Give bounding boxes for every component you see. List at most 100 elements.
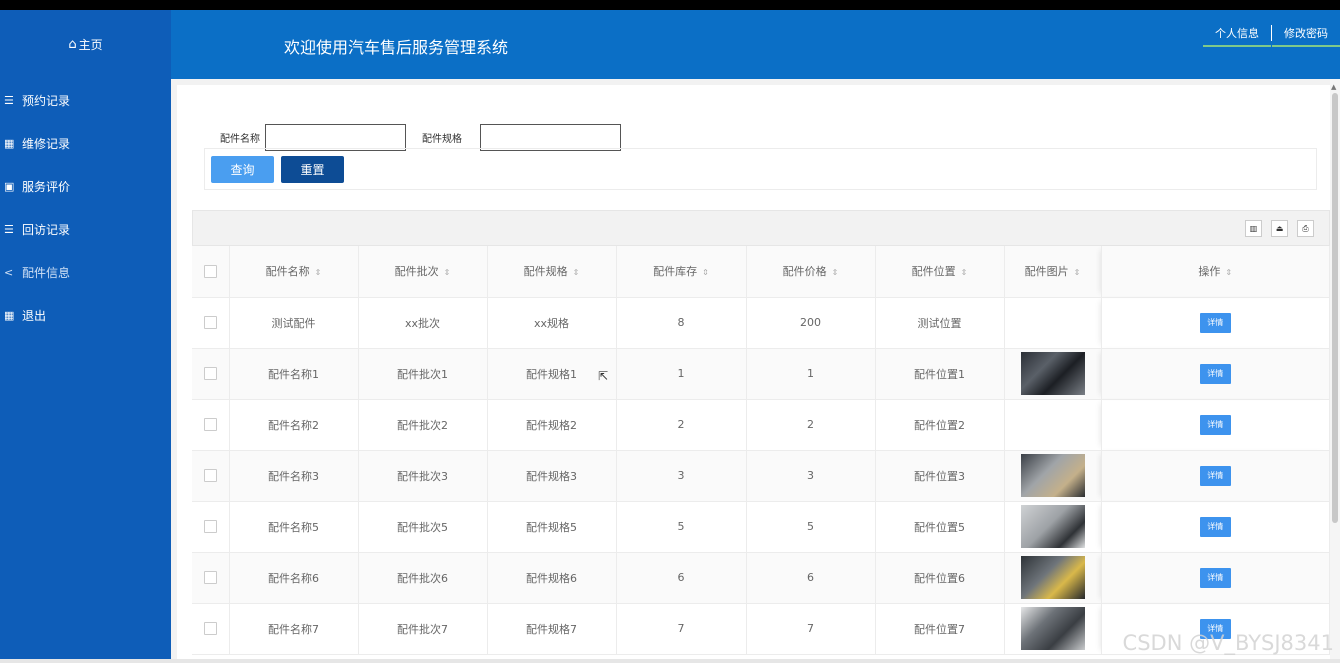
part-image[interactable] [1020,607,1085,650]
page-scrollbar[interactable]: ▲ [1330,79,1340,663]
column-header-actions[interactable]: 操作 ⇕ [1101,246,1330,298]
column-header-spec[interactable]: 配件规格 ⇕ [487,246,617,298]
home-link[interactable]: ⌂ 主页 [0,10,171,79]
sidebar-item-followups[interactable]: ☰ 回访记录 [0,208,171,251]
detail-button[interactable]: 详情 [1199,567,1231,588]
part-spec-label: 配件规格 [422,134,462,145]
cell-price: 7 [746,603,876,655]
cell-stock: 2 [616,399,747,451]
sidebar-item-label: 预约记录 [22,94,71,108]
row-checkbox[interactable] [203,316,217,330]
cell-price: 2 [746,399,876,451]
mouse-cursor-icon: ⇱ [598,369,609,383]
column-header-location[interactable]: 配件位置 ⇕ [875,246,1005,298]
change-password-underline [1272,45,1340,47]
row-checkbox[interactable] [203,418,217,432]
part-image[interactable] [1020,556,1085,599]
row-select-cell [192,450,230,502]
list-icon: ☰ [4,94,14,107]
column-header-batch[interactable]: 配件批次 ⇕ [358,246,488,298]
row-checkbox[interactable] [203,520,217,534]
sidebar-item-label: 维修记录 [22,137,71,151]
part-name-input[interactable] [265,124,406,151]
cell-actions: 详情 [1101,552,1330,604]
cell-name: 配件名称1 [229,348,359,400]
detail-button[interactable]: 详情 [1199,465,1231,486]
reset-button[interactable]: 重置 [281,156,344,183]
content-panel: 配件名称 配件规格 查询 重置 ▥ ⏏ ⎙ 配件名称 ⇕ 配件批次 ⇕ 配件规格… [177,85,1330,663]
cell-actions: 详情 [1101,297,1330,349]
user-info-underline [1203,45,1271,47]
search-form: 配件名称 配件规格 [205,124,637,151]
cell-spec: 配件规格7 [487,603,617,655]
change-password-label: 修改密码 [1284,27,1328,40]
book-icon: ▣ [4,180,15,193]
button-bar: 查询 重置 [204,148,1317,190]
column-header-name[interactable]: 配件名称 ⇕ [229,246,359,298]
row-select-cell [192,501,230,553]
sort-icon: ⇕ [1073,268,1081,278]
scrollbar-thumb[interactable] [1332,93,1338,523]
row-checkbox[interactable] [203,622,217,636]
detail-button[interactable]: 详情 [1199,516,1231,537]
sort-icon: ⇕ [314,268,322,278]
column-header-label: 配件规格 [523,265,568,279]
cell-batch: xx批次 [358,297,488,349]
change-password-link[interactable]: 修改密码 [1272,25,1340,47]
part-spec-input[interactable] [480,124,621,151]
cell-batch: 配件批次1 [358,348,488,400]
cell-image [1004,348,1102,400]
detail-button[interactable]: 详情 [1199,363,1231,384]
sort-icon: ⇕ [831,268,839,278]
cell-spec: xx规格 [487,297,617,349]
cell-image [1004,603,1102,655]
sidebar-item-label: 退出 [22,309,47,323]
cell-image [1004,399,1102,451]
cell-name: 配件名称2 [229,399,359,451]
cell-batch: 配件批次7 [358,603,488,655]
part-image[interactable] [1020,352,1085,395]
sidebar-item-parts[interactable]: < 配件信息 [0,251,171,294]
query-button[interactable]: 查询 [211,156,274,183]
row-select-cell [192,297,230,349]
column-header-label: 配件库存 [653,265,698,279]
main-content: 配件名称 配件规格 查询 重置 ▥ ⏏ ⎙ 配件名称 ⇕ 配件批次 ⇕ 配件规格… [171,79,1340,663]
column-header-price[interactable]: 配件价格 ⇕ [746,246,876,298]
row-checkbox[interactable] [203,571,217,585]
cell-price: 1 [746,348,876,400]
sort-icon: ⇕ [960,268,968,278]
table-row: 测试配件 xx批次 xx规格 8 200 测试位置 详情 [192,297,1330,349]
scroll-up-icon[interactable]: ▲ [1331,83,1336,91]
cell-price: 200 [746,297,876,349]
select-all-checkbox[interactable] [203,265,217,278]
detail-button[interactable]: 详情 [1199,312,1231,333]
columns-icon[interactable]: ▥ [1245,220,1262,237]
cell-spec: 配件规格6 [487,552,617,604]
table-body: 测试配件 xx批次 xx规格 8 200 测试位置 详情 配件名称1 配件批次1 配件规格1 1 1 配… [192,297,1330,655]
cell-stock: 8 [616,297,747,349]
part-image[interactable] [1020,454,1085,497]
table-row: 配件名称5 配件批次5 配件规格5 5 5 配件位置5 详情 [192,501,1330,553]
sidebar-item-appointments[interactable]: ☰ 预约记录 [0,79,171,122]
column-header-image[interactable]: 配件图片 ⇕ [1004,246,1102,298]
cell-actions: 详情 [1101,348,1330,400]
cell-batch: 配件批次6 [358,552,488,604]
cell-spec: 配件规格1 [487,348,617,400]
column-header-stock[interactable]: 配件库存 ⇕ [616,246,747,298]
row-select-cell [192,399,230,451]
table-row: 配件名称6 配件批次6 配件规格6 6 6 配件位置6 详情 [192,552,1330,604]
detail-button[interactable]: 详情 [1199,414,1231,435]
sidebar-item-repairs[interactable]: ▦ 维修记录 [0,122,171,165]
print-icon[interactable]: ⎙ [1297,220,1314,237]
user-info-link[interactable]: 个人信息 [1203,25,1271,47]
sidebar-item-reviews[interactable]: ▣ 服务评价 [0,165,171,208]
parts-table-wrapper: ▥ ⏏ ⎙ 配件名称 ⇕ 配件批次 ⇕ 配件规格 ⇕ 配件库存 ⇕ 配件价格 ⇕ [192,210,1330,663]
row-checkbox[interactable] [203,469,217,483]
part-image[interactable] [1020,505,1085,548]
cell-location: 配件位置6 [875,552,1005,604]
sidebar-item-logout[interactable]: ▦ 退出 [0,294,171,337]
row-checkbox[interactable] [203,367,217,381]
export-icon[interactable]: ⏏ [1271,220,1288,237]
grid-icon: ▦ [4,309,15,322]
cell-name: 配件名称6 [229,552,359,604]
